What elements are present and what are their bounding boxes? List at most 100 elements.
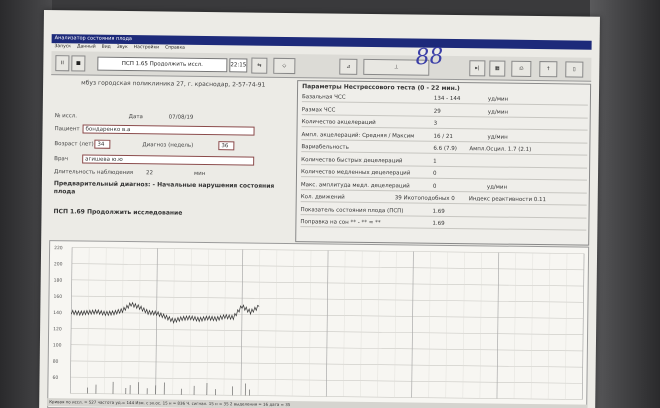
- grid-line-v: [325, 250, 329, 397]
- grid-line-v: [138, 248, 141, 395]
- grid-line-v: [104, 247, 107, 394]
- grid-line-v: [530, 252, 534, 399]
- diamond-icon[interactable]: ◇: [273, 57, 296, 75]
- parameter-label: Количество быстрых децелераций: [301, 156, 403, 164]
- grid-line-v: [479, 252, 482, 399]
- patient-status-field[interactable]: ПСП 1.65 Продолжить иссл.: [97, 56, 228, 73]
- parameter-value: 1: [433, 158, 437, 165]
- parameter-value: 1.69: [432, 208, 445, 215]
- parameter-value: 1.69: [432, 220, 445, 227]
- handwritten-note: 88: [414, 43, 445, 71]
- menu-item[interactable]: Звук: [117, 44, 128, 51]
- duration-unit: мин: [193, 170, 206, 177]
- menu-item[interactable]: Настройки: [134, 44, 160, 51]
- diagnosis-text: Предварительный диагноз: - Начальные нар…: [53, 180, 275, 196]
- grid-line-v: [309, 250, 312, 397]
- ctg-chart: 2202001801601401201008060102030405060: [47, 240, 590, 408]
- term-label: Диагноз (недель): [142, 142, 194, 149]
- parameter-value: 3: [433, 120, 438, 127]
- printed-report: Анализатор состояния плода Запуск Данный В…: [39, 10, 600, 408]
- date-label: Дата: [128, 114, 143, 121]
- grid-line-v: [343, 250, 346, 397]
- term-field[interactable]: 36: [218, 141, 235, 151]
- duration-label: Длительность наблюдения: [53, 169, 134, 177]
- y-tick-label: 60: [52, 375, 58, 381]
- grid-line-v: [223, 249, 226, 396]
- y-tick-label: 80: [53, 359, 59, 365]
- parameter-unit: уд/мин: [487, 96, 509, 103]
- parameter-label: Количество медленных децелераций: [301, 169, 411, 177]
- test-parameters-panel: Параметры Нестрессового теста (0 - 22 ми…: [295, 80, 592, 246]
- y-tick-label: 160: [53, 294, 62, 300]
- stop-icon[interactable]: ■: [71, 55, 86, 72]
- age-field[interactable]: 34: [94, 139, 111, 149]
- grid-line-v: [462, 252, 465, 399]
- menu-item[interactable]: Вид: [102, 44, 111, 51]
- y-tick-label: 180: [54, 278, 63, 284]
- grid-line-v: [121, 247, 124, 394]
- grid-line-v: [513, 252, 517, 399]
- parameter-unit: уд/мин: [487, 108, 509, 116]
- psp-text: ПСП 1.69 Продолжить исследование: [53, 208, 183, 217]
- chart-icon[interactable]: ⊿: [339, 58, 358, 75]
- ctg-chart-svg: 2202001801601401201008060102030405060: [52, 245, 585, 408]
- parameter-value: 134 - 144: [433, 95, 461, 103]
- parameter-label: Количество акцелераций: [301, 119, 376, 127]
- upload-icon[interactable]: ↑: [539, 61, 558, 78]
- grid-line-v: [445, 251, 448, 398]
- grid-line-v: [87, 247, 90, 394]
- parameter-value: 0: [432, 183, 437, 190]
- parameter-label: Кол. движений: [300, 194, 345, 201]
- parameter-value: 39 Икотоподобных 0: [394, 195, 455, 203]
- doctor-field[interactable]: агишева ю.ю: [82, 154, 255, 166]
- date-value: 07/08/19: [168, 114, 194, 121]
- parameter-row: Количество акцелераций 3: [301, 118, 588, 131]
- grid-line-v: [274, 249, 278, 396]
- parameter-unit: уд/мин: [487, 133, 508, 141]
- grid-line-v: [206, 249, 209, 396]
- monitor-icon[interactable]: ▦: [489, 60, 506, 77]
- marker-icon[interactable]: ⇆: [251, 57, 268, 74]
- menu-item[interactable]: Справка: [165, 44, 185, 51]
- parameter-row: Базальная ЧСС 134 - 144 уд/мин: [301, 93, 588, 106]
- menu-item[interactable]: Запуск: [55, 43, 72, 50]
- grid-line-v: [547, 253, 551, 400]
- parameter-value: 6.6 (7.9): [433, 145, 457, 153]
- parameter-label: Макс. амплитуда медл. децелераций: [300, 181, 410, 189]
- doctor-label: Врач: [54, 156, 69, 163]
- exam-number-label: № иссл.: [54, 113, 78, 120]
- grid-line-v: [240, 249, 244, 396]
- parameter-row: Размах ЧСС 29 уд/мин: [301, 105, 588, 119]
- pause-icon[interactable]: II: [55, 55, 70, 72]
- patient-name-field[interactable]: бондаренко в.а: [82, 124, 255, 136]
- parameter-value: 16 / 21: [433, 133, 453, 140]
- y-tick-label: 200: [54, 261, 63, 267]
- grid-line-v: [360, 250, 363, 397]
- grid-line-v: [496, 252, 500, 399]
- parameter-row: Макс. амплитуда медл. децелераций 0 уд/мин: [300, 180, 587, 194]
- parameter-label: Показатель состояния плода (ПСП): [300, 206, 404, 214]
- age-label: Возраст (лет): [54, 141, 94, 148]
- parameters-title: Параметры Нестрессового теста (0 - 22 ми…: [302, 83, 460, 93]
- parameter-unit: уд/мин: [486, 183, 508, 191]
- patient-label: Пациент: [54, 126, 80, 133]
- y-tick-label: 120: [53, 326, 62, 332]
- y-tick-label: 220: [54, 245, 63, 251]
- grid-line-v: [189, 248, 192, 395]
- parameter-label: Вариабельность: [301, 144, 349, 151]
- parameter-row: Вариабельность 6.6 (7.9) Ампл.Осцил. 1.7 (…: [301, 143, 588, 156]
- duration-value: 22: [145, 170, 154, 177]
- menu-item[interactable]: Данный: [77, 43, 96, 50]
- grid-line-v: [291, 250, 295, 397]
- parameter-row: Количество медленных децелераций 0: [300, 168, 588, 181]
- grid-line-v: [377, 251, 380, 398]
- fhr-series-line: [70, 301, 260, 324]
- parameter-value: 0: [432, 170, 437, 177]
- parameter-label: Размах ЧСС: [301, 106, 336, 114]
- parameter-row: Показатель состояния плода (ПСП) 1.69: [300, 205, 587, 219]
- play-next-icon[interactable]: ▸|: [469, 60, 486, 77]
- parameter-row: Кол. движений 39 Икотоподобных 0 Индекс ре…: [300, 193, 587, 206]
- grid-line-v: [257, 249, 261, 396]
- exit-icon[interactable]: ▯: [565, 61, 584, 78]
- print-icon[interactable]: ⎙: [511, 60, 532, 77]
